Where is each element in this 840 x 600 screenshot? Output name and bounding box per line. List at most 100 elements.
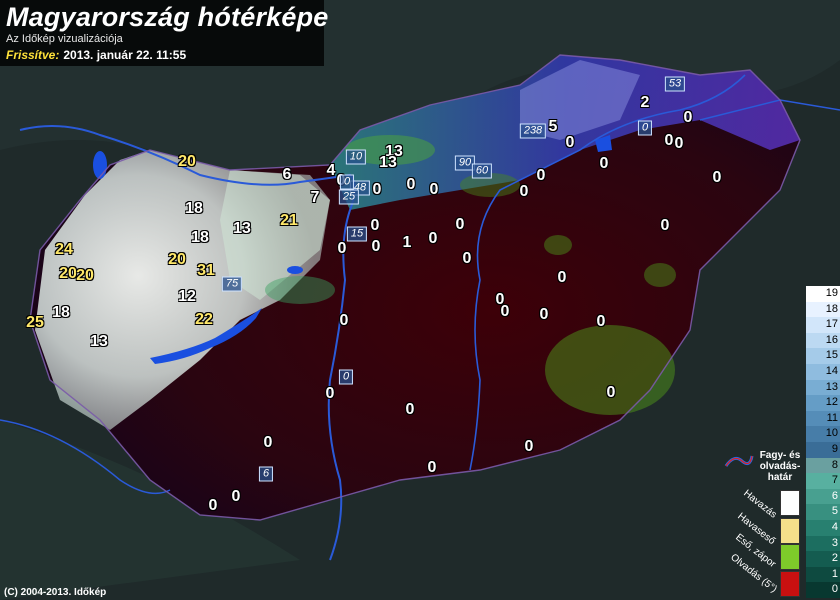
station-label: 10: [345, 149, 367, 165]
legend-swatch-sleet: [780, 518, 800, 544]
station-label: 25: [338, 189, 360, 205]
scale-step: 0: [806, 582, 840, 598]
map-value: 18: [191, 229, 209, 246]
map-value: 0: [539, 306, 549, 323]
scale-tick-label: 9: [831, 443, 838, 455]
station-label: 53: [664, 76, 686, 92]
legend-swatch-melt: [780, 571, 800, 597]
map-value: 7: [310, 189, 320, 206]
scale-step: 6: [806, 488, 840, 505]
scale-tick-label: 13: [825, 380, 838, 393]
map-value: 20: [168, 251, 186, 268]
map-value: 0: [208, 497, 218, 514]
map-value: 13: [379, 154, 397, 171]
map-value: 0: [557, 269, 567, 286]
scale-step: 5: [806, 504, 840, 520]
scale-step: 12: [806, 395, 840, 411]
scale-tick-label: 4: [831, 521, 838, 533]
map-value: 0: [405, 401, 415, 418]
scale-step: 16: [806, 332, 840, 349]
map-value: 0: [536, 167, 546, 184]
updated-label: Frissítve:: [6, 48, 60, 62]
scale-tick-label: 3: [831, 536, 838, 549]
station-label: 75: [221, 276, 243, 292]
map-value: 13: [90, 333, 108, 350]
scale-step: 17: [806, 317, 840, 333]
updated-value: 2013. január 22. 11:55: [63, 48, 187, 62]
scale-tick-label: 10: [825, 427, 838, 440]
snow-depth-scale: 19 18 17 16 15 14 13 12 11 10 9 8 7 6 5 4 3 2 1 0: [806, 286, 840, 600]
frost-line-icon: [724, 455, 754, 467]
scale-step: 4: [806, 520, 840, 536]
scale-tick-label: 16: [825, 333, 838, 346]
map-value: 22: [195, 311, 213, 328]
map-value: 18: [52, 304, 70, 321]
legend-swatch-snow: [780, 490, 800, 516]
scale-step: 11: [806, 410, 840, 427]
scale-tick-label: 14: [825, 365, 838, 377]
map-title: Magyarország hótérképe: [6, 2, 329, 32]
scale-step: 8: [806, 457, 840, 474]
scale-step: 19: [806, 286, 840, 302]
scale-tick-label: 11: [826, 411, 838, 424]
scale-tick-label: 7: [831, 474, 838, 487]
map-value: 2: [640, 94, 650, 111]
map-value: 0: [427, 459, 437, 476]
station-label: 238: [519, 123, 547, 139]
map-value: 0: [325, 385, 335, 402]
map-value: 24: [55, 241, 73, 258]
scale-step: 7: [806, 473, 840, 489]
map-base: [0, 0, 840, 600]
scale-step: 13: [806, 379, 840, 396]
scale-step: 18: [806, 301, 840, 318]
scale-tick-label: 5: [831, 505, 838, 518]
station-label: 6: [258, 466, 274, 482]
map-value: 0: [370, 217, 380, 234]
map-value: 0: [337, 240, 347, 257]
map-value: 0: [372, 181, 382, 198]
map-value: 0: [462, 250, 472, 267]
scale-step: 1: [806, 566, 840, 583]
map-value: 0: [712, 169, 722, 186]
map-value: 20: [178, 153, 196, 170]
scale-step: 10: [806, 426, 840, 442]
map-value: 0: [429, 181, 439, 198]
scale-tick-label: 18: [825, 302, 838, 315]
copyright-notice: (C) 2004-2013. Időkép: [4, 587, 107, 598]
map-value: 12: [178, 288, 196, 305]
map-value: 0: [371, 238, 381, 255]
scale-tick-label: 0: [831, 583, 838, 596]
updated-timestamp: Frissítve: 2013. január 22. 11:55: [6, 48, 186, 62]
map-value: 0: [596, 313, 606, 330]
scale-tick-label: 17: [825, 318, 838, 331]
map-value: 20: [59, 265, 77, 282]
map-value: 25: [26, 314, 44, 331]
map-value: 0: [406, 176, 416, 193]
station-label: 0: [339, 174, 355, 190]
map-value: 0: [339, 312, 349, 329]
scale-tick-label: 6: [831, 489, 838, 502]
map-value: 5: [548, 118, 558, 135]
scale-step: 3: [806, 535, 840, 552]
map-value: 0: [428, 230, 438, 247]
scale-tick-label: 1: [831, 567, 838, 580]
map-value: 0: [263, 434, 273, 451]
frost-line-label: Fagy- és olvadás-határ: [759, 450, 801, 483]
map-value: 0: [231, 488, 241, 505]
map-value: 0: [606, 384, 616, 401]
lake-ferto: [93, 151, 107, 179]
map-value: 6: [282, 166, 292, 183]
map-subtitle: Az Időkép vizualizációja: [6, 33, 123, 45]
station-label: 0: [637, 120, 653, 136]
title-panel: Magyarország hótérképe Az Időkép vizuali…: [0, 0, 328, 66]
map-value: 1: [402, 234, 412, 251]
map-value: 0: [565, 134, 575, 151]
map-value: 0: [683, 109, 693, 126]
scale-tick-label: 15: [825, 349, 838, 362]
map-value: 0: [524, 438, 534, 455]
map-value: 0: [599, 155, 609, 172]
scale-step: 9: [806, 442, 840, 458]
map-value: 20: [76, 267, 94, 284]
map-value: 0: [660, 217, 670, 234]
map-value: 4: [326, 162, 336, 179]
